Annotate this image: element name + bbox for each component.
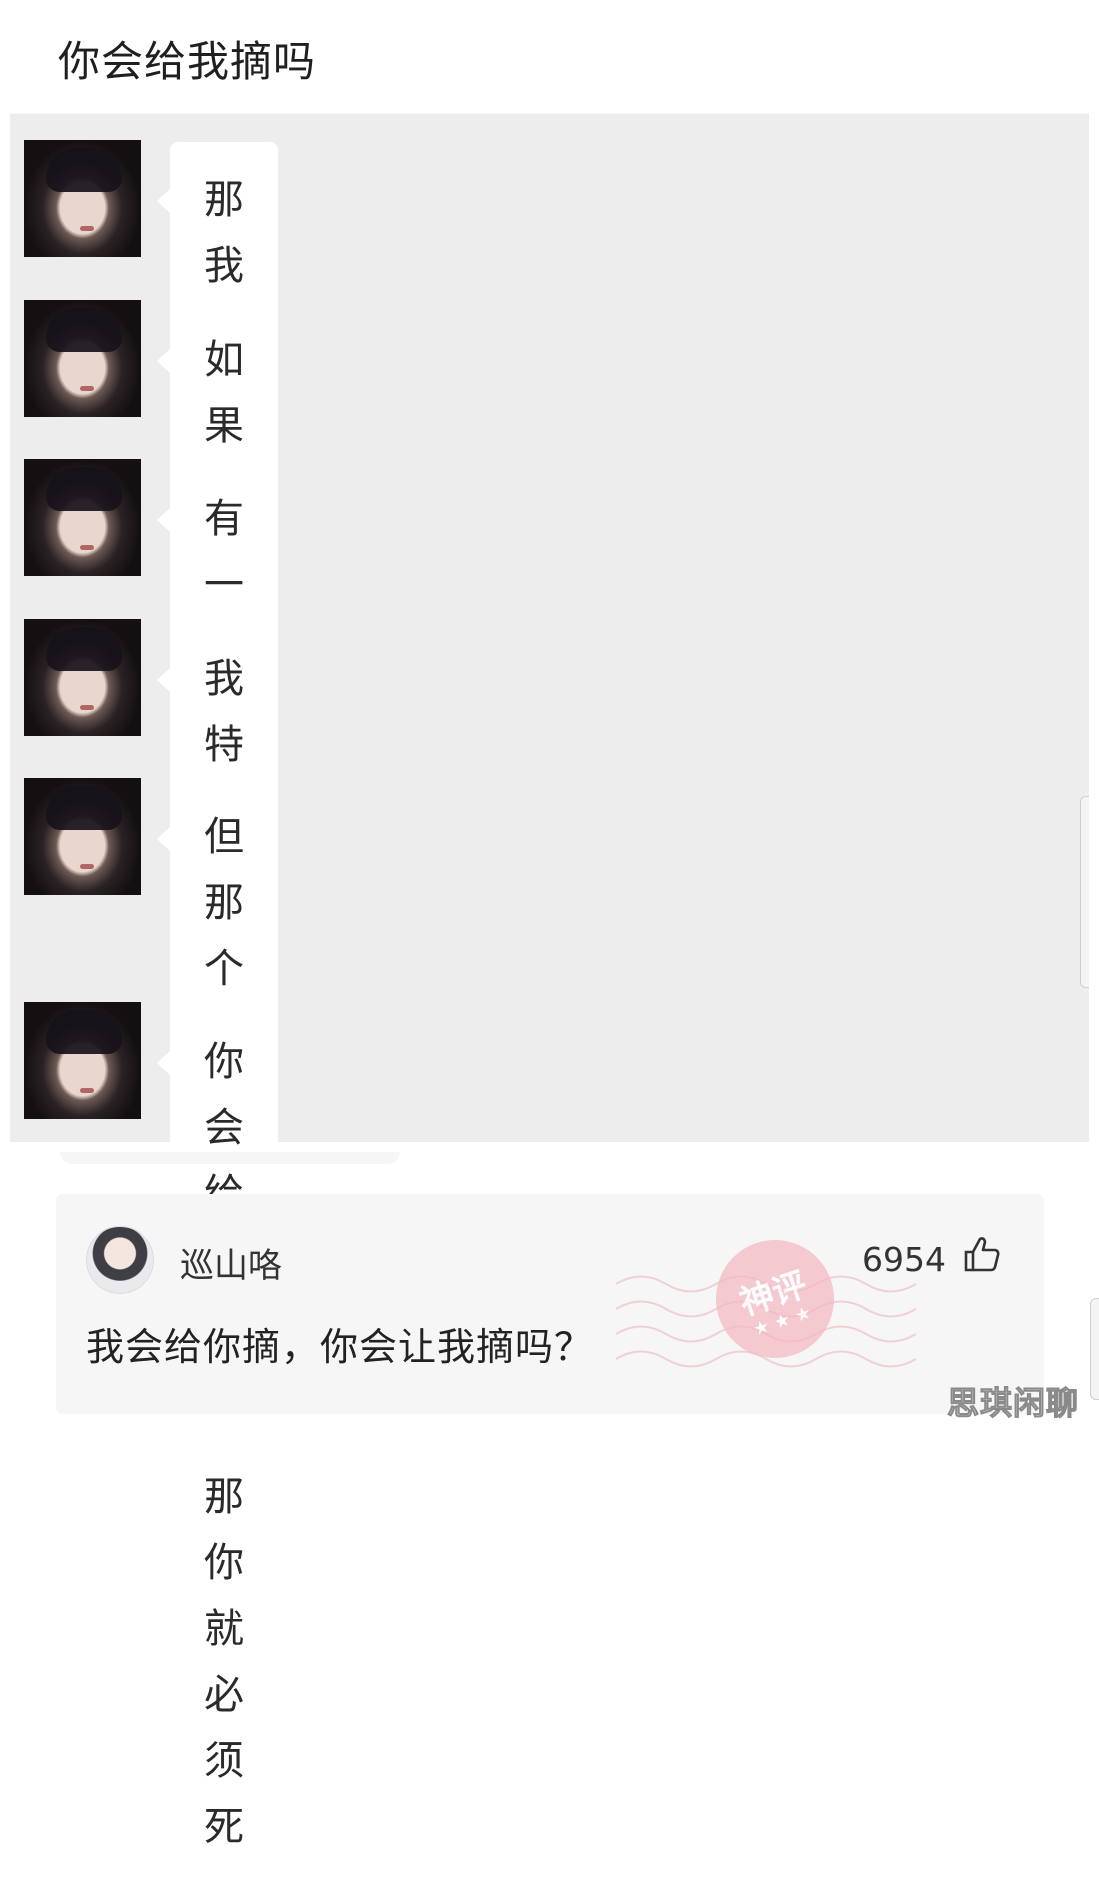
comment-text: 我会给你摘，你会让我摘吗？: [86, 1325, 594, 1369]
post-title: 你会给我摘吗: [58, 37, 317, 86]
avatar[interactable]: [24, 459, 141, 576]
divider: [60, 1152, 400, 1164]
watermark: 思琪闲聊: [946, 1384, 1079, 1423]
commenter-username[interactable]: 巡山咯: [180, 1238, 282, 1287]
thumbs-up-icon[interactable]: [962, 1234, 1002, 1274]
avatar[interactable]: [24, 778, 141, 895]
scrollbar[interactable]: [1080, 796, 1089, 988]
avatar[interactable]: [24, 140, 141, 257]
avatar[interactable]: [24, 619, 141, 736]
avatar[interactable]: [24, 1002, 141, 1119]
comment-card[interactable]: 巡山咯 神评 ★ ★ ★ 6954 我会给你摘，你会让我摘吗？: [56, 1194, 1044, 1414]
chat-screenshot: 那我问你 如果你很爱很爱我 有一天 我特别喜欢悬崖上的一朵花 但那个花你要想摘到…: [10, 113, 1089, 1884]
avatar[interactable]: [24, 300, 141, 417]
commenter-avatar[interactable]: [86, 1226, 154, 1294]
scrollbar[interactable]: [1090, 1298, 1099, 1400]
like-count: 6954: [862, 1240, 946, 1279]
